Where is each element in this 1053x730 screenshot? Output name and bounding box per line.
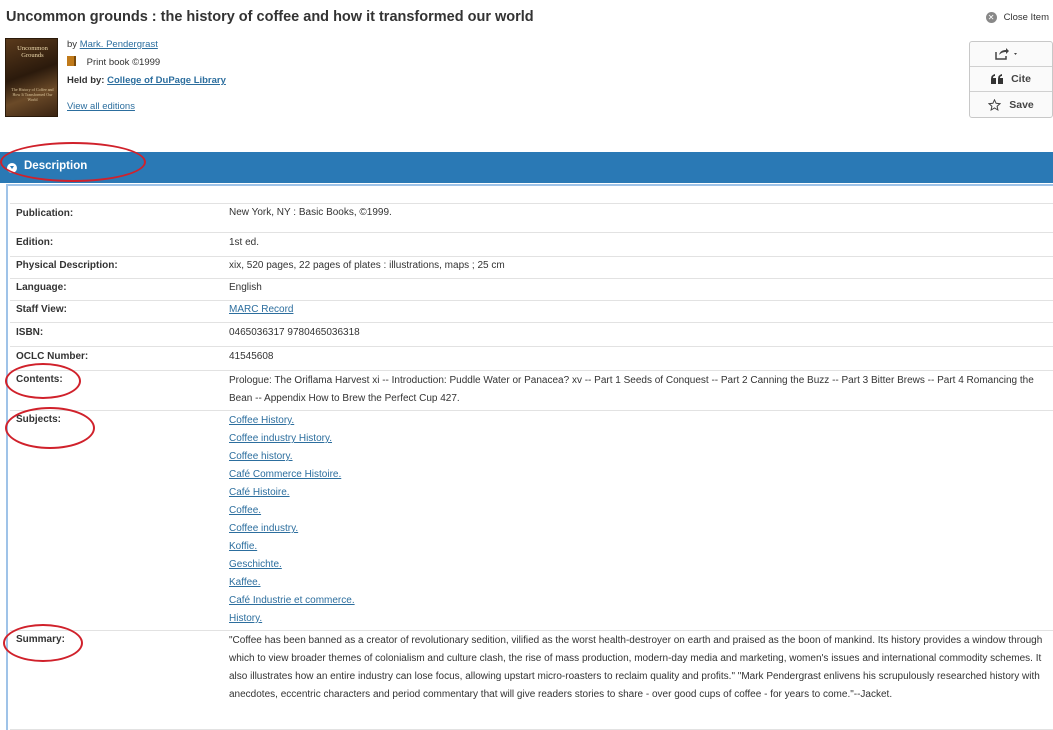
detail-row-contents: Contents: Prologue: The Oriflama Harvest… <box>10 370 1053 410</box>
edition-value: 1st ed. <box>229 237 260 248</box>
close-item-label: Close Item <box>1003 12 1049 23</box>
by-prefix: by <box>67 39 78 50</box>
description-section-header[interactable]: Description <box>0 152 1053 183</box>
contents-label: Contents: <box>16 374 63 385</box>
summary-value: "Coffee has been banned as a creator of … <box>229 635 1043 700</box>
subject-link[interactable]: Koffie. <box>229 538 1045 556</box>
subject-link[interactable]: Geschichte. <box>229 556 1045 574</box>
subject-link[interactable]: Café Industrie et commerce. <box>229 592 1045 610</box>
item-metadata: by Mark. Pendergrast Print book ©1999 He… <box>67 38 226 118</box>
subjects-list: Coffee History. Coffee industry History.… <box>229 412 1045 628</box>
isbn-value: 0465036317 9780465036318 <box>229 327 360 338</box>
subject-link[interactable]: Café Commerce Histoire. <box>229 466 1045 484</box>
language-value: English <box>229 282 262 293</box>
detail-row-physical: Physical Description: xix, 520 pages, 22… <box>10 256 1053 278</box>
detail-row-edition: Edition: 1st ed. <box>10 232 1053 256</box>
format-label: Print book <box>86 57 130 68</box>
oclc-value: 41545608 <box>229 351 274 362</box>
held-by-label: Held by: <box>67 75 105 86</box>
summary-label: Summary: <box>16 634 65 645</box>
author-link[interactable]: Mark. Pendergrast <box>80 39 158 50</box>
held-by-link[interactable]: College of DuPage Library <box>107 75 226 86</box>
publication-value: New York, NY : Basic Books, ©1999. <box>229 207 392 218</box>
subject-link[interactable]: Café Histoire. <box>229 484 1045 502</box>
detail-row-language: Language: English <box>10 278 1053 300</box>
detail-row-isbn: ISBN: 0465036317 9780465036318 <box>10 322 1053 346</box>
share-icon <box>995 48 1017 60</box>
isbn-label: ISBN: <box>16 327 44 338</box>
edition-label: Edition: <box>16 237 54 248</box>
staff-view-label: Staff View: <box>16 304 67 315</box>
physical-description-label: Physical Description: <box>16 260 118 271</box>
subject-link[interactable]: Kaffee. <box>229 574 1045 592</box>
star-icon <box>988 98 1002 111</box>
save-button[interactable]: Save <box>970 92 1052 117</box>
subjects-label: Subjects: <box>16 414 62 425</box>
save-label: Save <box>1009 98 1034 111</box>
oclc-label: OCLC Number: <box>16 351 89 362</box>
detail-row-publication: Publication: New York, NY : Basic Books,… <box>10 203 1053 227</box>
contents-value: Prologue: The Oriflama Harvest xi -- Int… <box>229 375 1034 404</box>
share-button[interactable] <box>970 42 1052 67</box>
cite-label: Cite <box>1011 73 1031 85</box>
book-icon <box>67 56 76 66</box>
detail-row-subjects: Subjects: Coffee History. Coffee industr… <box>10 410 1053 630</box>
subject-link[interactable]: History. <box>229 610 1045 628</box>
quote-icon <box>991 74 1004 84</box>
book-cover-image: Uncommon Grounds The History of Coffee a… <box>5 38 58 117</box>
cover-title-text: Uncommon Grounds <box>17 45 48 59</box>
detail-row-summary: Summary: "Coffee has been banned as a cr… <box>10 630 1053 730</box>
language-label: Language: <box>16 282 67 293</box>
detail-row-staff-view: Staff View: MARC Record <box>10 300 1053 322</box>
description-label: Description <box>24 160 88 172</box>
subject-link[interactable]: Coffee history. <box>229 448 1045 466</box>
cover-subtitle-text: The History of Coffee and How It Transfo… <box>11 87 54 102</box>
cite-button[interactable]: Cite <box>970 67 1052 92</box>
subject-link[interactable]: Coffee. <box>229 502 1045 520</box>
close-icon: ✕ <box>985 12 997 23</box>
item-actions-toolbar: Cite Save <box>969 41 1053 118</box>
subject-link[interactable]: Coffee industry History. <box>229 430 1045 448</box>
view-all-editions-link[interactable]: View all editions <box>67 101 135 112</box>
page-title: Uncommon grounds : the history of coffee… <box>6 9 534 25</box>
close-item-button[interactable]: ✕ Close Item <box>985 12 1049 23</box>
publication-label: Publication: <box>16 208 74 219</box>
subject-link[interactable]: Coffee History. <box>229 412 1045 430</box>
marc-record-link[interactable]: MARC Record <box>229 301 1045 319</box>
physical-description-value: xix, 520 pages, 22 pages of plates : ill… <box>229 260 505 271</box>
detail-row-oclc: OCLC Number: 41545608 <box>10 346 1053 370</box>
chevron-down-icon <box>7 163 17 173</box>
format-year: ©1999 <box>132 57 161 68</box>
subject-link[interactable]: Coffee industry. <box>229 520 1045 538</box>
